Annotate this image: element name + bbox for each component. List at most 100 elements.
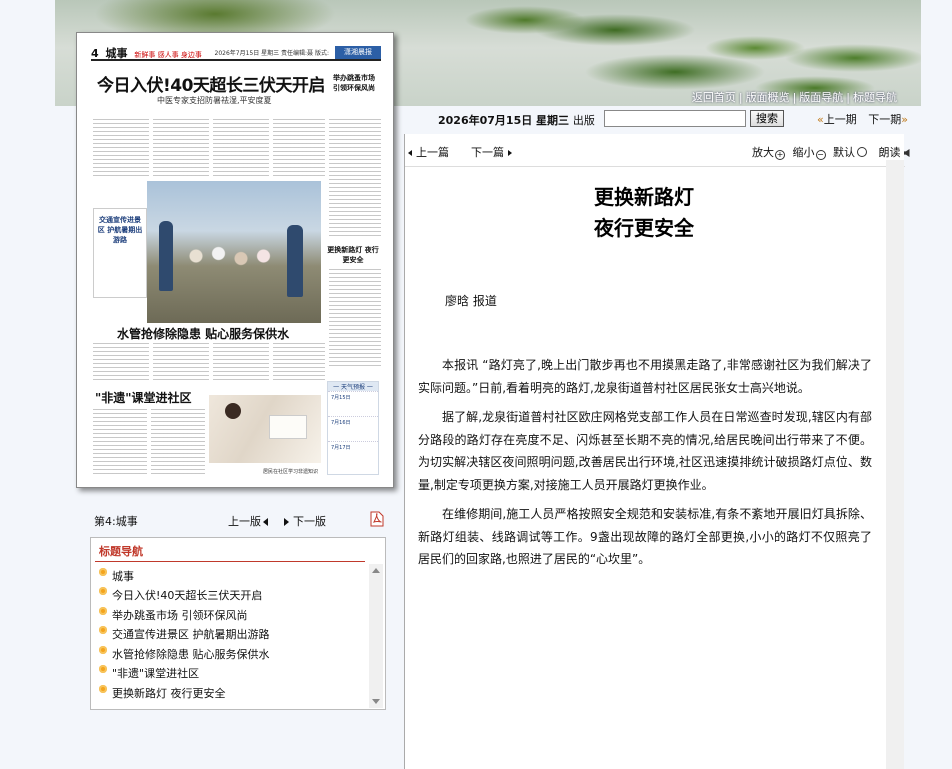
nav-page-link[interactable]: 版面导航 bbox=[799, 91, 843, 104]
paper-side-headline-1[interactable]: 举办跳蚤市场 引领环保风尚 bbox=[329, 73, 379, 93]
paper-headline-3[interactable]: "非遗"课堂进社区 bbox=[95, 389, 192, 406]
paper-text-column bbox=[93, 409, 147, 475]
nav-home-link[interactable]: 返回首页 bbox=[692, 91, 736, 104]
article-title-line2: 夜行更安全 bbox=[594, 216, 694, 240]
article-body: 本报讯 “路灯亮了,晚上出门散步再也不用摸黑走路了,非常感谢社区为我们解决了实际… bbox=[418, 354, 872, 578]
bullet-icon bbox=[99, 626, 107, 635]
bullet-icon bbox=[99, 645, 107, 654]
issue-date: 2026年07月15日 星期三 出版 bbox=[438, 114, 595, 127]
title-nav-item[interactable]: 今日入伏!40天超长三伏天开启 bbox=[99, 586, 270, 606]
weather-row: 7月16日 bbox=[328, 416, 378, 441]
paper-section: 城事 bbox=[105, 47, 128, 60]
paper-text-column bbox=[153, 343, 209, 383]
title-nav-scrollbar[interactable] bbox=[369, 564, 383, 708]
radio-icon bbox=[857, 147, 867, 157]
prev-page-label: 上一版 bbox=[228, 515, 261, 528]
paper-photo-traffic bbox=[147, 181, 321, 323]
title-nav-panel: 标题导航 城事 今日入伏!40天超长三伏天开启 举办跳蚤市场 引领环保风尚 交通… bbox=[90, 537, 386, 710]
article-toolbar: 上一篇 下一篇 放大 + 缩小 − 默认 朗读 bbox=[405, 142, 910, 167]
bullet-icon bbox=[99, 567, 107, 576]
article-scrollbar[interactable] bbox=[886, 160, 904, 769]
paper-text-column bbox=[213, 119, 269, 179]
title-nav-item[interactable]: 水管抢修除隐患 贴心服务保供水 bbox=[99, 644, 270, 664]
next-page-link[interactable]: 下一版 bbox=[284, 513, 326, 529]
zoom-default-button[interactable]: 默认 bbox=[833, 146, 867, 159]
nav-title-link[interactable]: 标题导航 bbox=[853, 91, 897, 104]
arrow-right-icon bbox=[284, 518, 289, 526]
paper-text-column bbox=[151, 409, 205, 475]
article-title-line1: 更换新路灯 bbox=[594, 185, 694, 209]
article-paragraph: 本报讯 “路灯亮了,晚上出门散步再也不用摸黑走路了,非常感谢社区为我们解决了实际… bbox=[418, 358, 872, 395]
article-paragraph: 据了解,龙泉街道普村社区欧庄网格党支部工作人员在日常巡查时发现,辖区内有部分路段… bbox=[418, 410, 872, 492]
paper-text-column bbox=[93, 343, 149, 383]
paper-headline-2[interactable]: 水管抢修除隐患 贴心服务保供水 bbox=[117, 325, 289, 342]
article-author: 廖晗 报道 bbox=[445, 294, 497, 308]
paper-date: 2026年7月15日 星期三 责任编辑:聂 版式: bbox=[214, 50, 330, 57]
speaker-icon bbox=[903, 149, 910, 157]
search-input[interactable] bbox=[604, 110, 746, 127]
title-nav-heading: 标题导航 bbox=[99, 545, 143, 558]
bullet-icon bbox=[99, 684, 107, 693]
paper-text-column bbox=[273, 119, 325, 179]
newspaper-page-thumbnail[interactable]: 4 城事 新鲜事 感人事 身边事 2026年7月15日 星期三 责任编辑:聂 版… bbox=[76, 32, 394, 488]
prev-article-link[interactable]: 上一篇 bbox=[408, 144, 449, 160]
search-button[interactable]: 搜索 bbox=[750, 110, 784, 127]
read-aloud-button[interactable]: 朗读 bbox=[879, 146, 910, 159]
zoom-out-button[interactable]: 缩小 − bbox=[793, 146, 826, 160]
page-nav-bar: 第4:城事 上一版 下一版 bbox=[94, 511, 386, 529]
paper-subheadline-1: 中医专家支招防暑祛湿,平安度夏 bbox=[157, 96, 272, 105]
paper-side-headline-2[interactable]: 更换新路灯 夜行更安全 bbox=[327, 245, 379, 265]
prev-page-link[interactable]: 上一版 bbox=[228, 513, 268, 529]
arrow-left-icon bbox=[408, 150, 412, 156]
banner-nav: 返回首页 | 版面概览 | 版面导航 | 标题导航 bbox=[691, 91, 897, 104]
paper-text-column bbox=[273, 343, 325, 383]
paper-headline-1[interactable]: 今日入伏!40天超长三伏天开启 bbox=[97, 71, 325, 96]
title-nav-divider bbox=[95, 561, 365, 562]
paper-logo: 潇湘晨报 bbox=[335, 46, 381, 59]
next-issue-arrow-icon: » bbox=[901, 113, 908, 126]
paper-text-column bbox=[93, 119, 149, 179]
article-paragraph: 在维修期间,施工人员严格按照安全规范和安装标准,有条不紊地开展旧灯具拆除、新路灯… bbox=[418, 507, 872, 566]
zoom-in-icon: + bbox=[775, 150, 785, 160]
page-name: 第4:城事 bbox=[94, 515, 138, 528]
bullet-icon bbox=[99, 606, 107, 615]
paper-slogan: 新鲜事 感人事 身边事 bbox=[134, 51, 202, 59]
scroll-up-icon[interactable] bbox=[372, 568, 380, 573]
zoom-in-button[interactable]: 放大 + bbox=[752, 146, 785, 160]
arrow-left-icon bbox=[263, 518, 268, 526]
title-nav-item[interactable]: 举办跳蚤市场 引领环保风尚 bbox=[99, 605, 270, 625]
zoom-controls: 放大 + 缩小 − 默认 朗读 bbox=[752, 144, 910, 160]
paper-weather-box: 一 天气预报 一 7月15日 7月16日 7月17日 bbox=[327, 381, 379, 475]
title-nav-item[interactable]: 更换新路灯 夜行更安全 bbox=[99, 683, 270, 703]
paper-text-column bbox=[153, 119, 209, 179]
toolbar-divider bbox=[405, 166, 905, 167]
next-issue-link[interactable]: 下一期 bbox=[868, 113, 901, 126]
paper-photo-caption: 居民在社区学习非遗知识 bbox=[263, 469, 319, 475]
paper-box-headline[interactable]: 交通宣传进景区 护航暑期出游路 bbox=[93, 208, 147, 298]
paper-text-column bbox=[329, 119, 381, 239]
pdf-download-icon[interactable] bbox=[370, 511, 384, 527]
nav-overview-link[interactable]: 版面概览 bbox=[746, 91, 790, 104]
paper-header: 4 城事 新鲜事 感人事 身边事 2026年7月15日 星期三 责任编辑:聂 版… bbox=[91, 45, 381, 61]
issue-toolbar: 2026年07月15日 星期三 出版 搜索 «上一期 下一期» bbox=[404, 108, 921, 130]
next-article-link[interactable]: 下一篇 bbox=[471, 144, 512, 160]
prev-issue-arrow-icon: « bbox=[817, 113, 824, 126]
next-page-label: 下一版 bbox=[293, 515, 326, 528]
paper-text-column bbox=[329, 269, 381, 369]
title-nav-item[interactable]: "非遗"课堂进社区 bbox=[99, 664, 270, 684]
bullet-icon bbox=[99, 587, 107, 596]
article-title: 更换新路灯 夜行更安全 bbox=[494, 182, 794, 244]
paper-photo-heritage bbox=[209, 395, 321, 463]
scroll-down-icon[interactable] bbox=[372, 699, 380, 704]
paper-page-number: 4 bbox=[91, 47, 99, 60]
weather-title: 一 天气预报 一 bbox=[328, 382, 378, 391]
weather-row: 7月15日 bbox=[328, 391, 378, 416]
title-nav-item[interactable]: 交通宣传进景区 护航暑期出游路 bbox=[99, 625, 270, 645]
bullet-icon bbox=[99, 665, 107, 674]
title-nav-item[interactable]: 城事 bbox=[99, 566, 270, 586]
prev-issue-link[interactable]: 上一期 bbox=[824, 113, 857, 126]
zoom-out-icon: − bbox=[815, 150, 826, 160]
issue-nav: «上一期 下一期» bbox=[817, 111, 908, 127]
paper-text-column bbox=[213, 343, 269, 383]
arrow-right-icon bbox=[508, 150, 512, 156]
